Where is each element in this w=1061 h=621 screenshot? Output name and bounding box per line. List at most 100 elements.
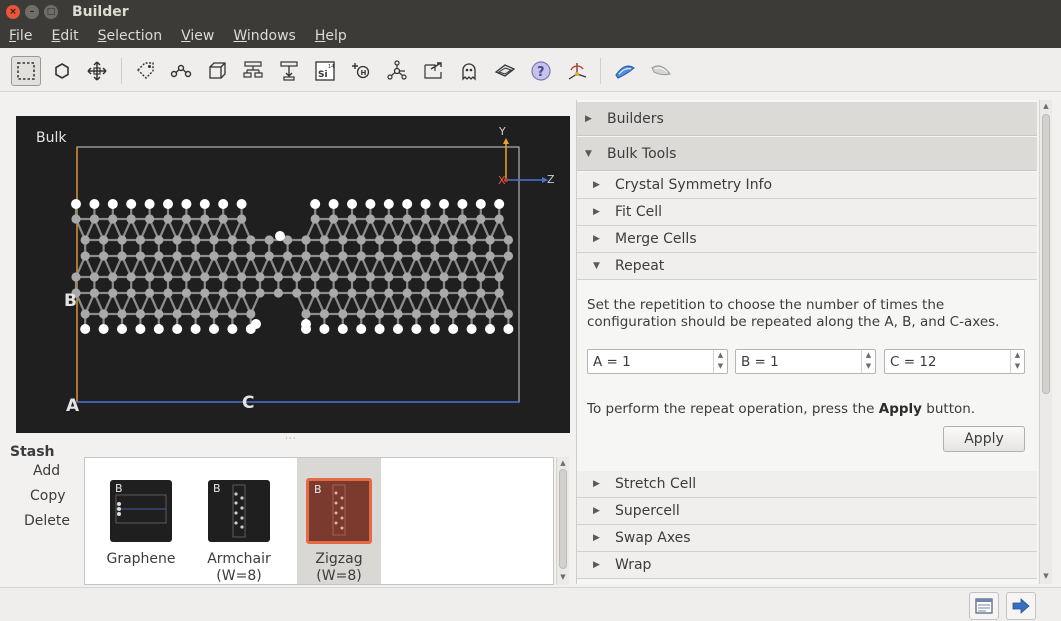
repeat-c-input[interactable] — [885, 350, 1007, 373]
stash-delete-button[interactable]: Delete — [24, 513, 70, 529]
stash-item-zigzag[interactable]: B Zigzag (W=8) — [297, 458, 381, 584]
chain-icon[interactable] — [166, 56, 196, 86]
carbon-atom — [89, 272, 99, 282]
hydrogen-atom — [209, 324, 219, 334]
help-circle-icon[interactable]: ? — [526, 56, 556, 86]
spin-up-icon[interactable]: ▲ — [714, 350, 727, 361]
toolbar-separator — [600, 58, 601, 84]
move-icon[interactable] — [82, 56, 112, 86]
carbon-atom — [246, 251, 256, 261]
carbon-atom — [356, 309, 366, 319]
log-window-icon[interactable] — [969, 592, 999, 620]
carbon-atom — [393, 235, 403, 245]
spinbox-arrows[interactable]: ▲ ▼ — [713, 350, 727, 373]
carbon-atom — [439, 214, 449, 224]
element-si-icon[interactable]: 14 Si — [310, 56, 340, 86]
axes-icon[interactable] — [562, 56, 592, 86]
minimize-icon[interactable]: – — [25, 5, 39, 19]
ghost-icon[interactable] — [454, 56, 484, 86]
scroll-down-icon[interactable]: ▼ — [1040, 572, 1052, 580]
section-bulk-tools[interactable]: ▼ Bulk Tools — [577, 137, 1037, 171]
splitter-handle[interactable]: ··· — [285, 434, 297, 444]
menu-view[interactable]: View — [181, 28, 214, 44]
tools-scrollbar[interactable]: ▲ ▼ — [1039, 100, 1052, 584]
carbon-atom — [439, 272, 449, 282]
scroll-thumb[interactable] — [1042, 114, 1050, 394]
tool-merge-cells[interactable]: ▶ Merge Cells — [577, 226, 1037, 253]
hydrogen-atom — [199, 199, 210, 209]
cube-icon[interactable] — [202, 56, 232, 86]
tool-crystal-symmetry-info[interactable]: ▶ Crystal Symmetry Info — [577, 172, 1037, 199]
repeat-a-spinbox[interactable]: ▲▼ — [587, 349, 728, 374]
spin-down-icon[interactable]: ▼ — [714, 361, 727, 372]
spin-down-icon[interactable]: ▼ — [862, 361, 875, 372]
repeat-b-spinbox[interactable]: ▲▼ — [735, 349, 876, 374]
close-icon[interactable]: × — [6, 5, 20, 19]
carbon-atom — [209, 235, 219, 245]
carbon-atom — [430, 235, 440, 245]
structure-viewer[interactable]: Bulk B A C Y X Z — [16, 116, 570, 433]
bond-blue-icon[interactable] — [610, 56, 640, 86]
menu-file[interactable]: File — [9, 28, 32, 44]
tag-icon[interactable] — [130, 56, 160, 86]
stash-item-armchair[interactable]: B Armchair (W=8) — [197, 458, 281, 584]
hexagon-icon[interactable] — [47, 56, 77, 86]
scroll-thumb[interactable] — [559, 469, 567, 569]
menu-edit[interactable]: Edit — [51, 28, 78, 44]
spin-down-icon[interactable]: ▼ — [1011, 361, 1024, 372]
spin-up-icon[interactable]: ▲ — [1011, 350, 1024, 361]
carbon-atom — [292, 272, 302, 282]
tree-down-icon[interactable] — [274, 56, 304, 86]
export-arrow-icon[interactable] — [418, 56, 448, 86]
molecule-canvas — [71, 138, 548, 403]
stash-item-graphene[interactable]: B Graphene — [99, 458, 183, 584]
carbon-atom — [301, 309, 311, 319]
send-arrow-icon[interactable] — [1006, 592, 1036, 620]
carbon-atom — [485, 251, 495, 261]
scroll-up-icon[interactable]: ▲ — [1040, 102, 1052, 110]
tool-swap-axes[interactable]: ▶ Swap Axes — [577, 525, 1037, 552]
hydrogen-atom — [172, 324, 183, 334]
carbon-atom — [71, 214, 81, 224]
hydrogen-atom — [251, 319, 261, 329]
tool-fit-cell[interactable]: ▶ Fit Cell — [577, 199, 1037, 226]
tree-icon[interactable] — [238, 56, 268, 86]
carbon-atom — [338, 235, 348, 245]
atom-h-icon[interactable]: H — [346, 56, 376, 86]
spinbox-arrows[interactable]: ▲ ▼ — [861, 350, 875, 373]
plane-icon[interactable] — [490, 56, 520, 86]
stash-item-sublabel: (W=8) — [216, 568, 262, 584]
hydrogen-atom — [328, 199, 339, 209]
spinbox-arrows[interactable]: ▲ ▼ — [1010, 350, 1024, 373]
maximize-icon[interactable]: □ — [44, 5, 58, 19]
repeat-b-input[interactable] — [736, 350, 858, 373]
menu-selection[interactable]: Selection — [98, 28, 163, 44]
hydrogen-atom — [153, 324, 164, 334]
stash-add-button[interactable]: Add — [33, 463, 60, 479]
hydrogen-atom — [402, 199, 413, 209]
scroll-up-icon[interactable]: ▲ — [557, 459, 569, 467]
repeat-a-input[interactable] — [588, 350, 710, 373]
collapsed-triangle-icon: ▶ — [585, 113, 592, 124]
tool-supercell[interactable]: ▶ Supercell — [577, 498, 1037, 525]
carbon-atom — [237, 288, 247, 298]
apply-button[interactable]: Apply — [943, 426, 1025, 452]
select-rectangle-icon[interactable] — [11, 56, 41, 86]
repeat-c-spinbox[interactable]: ▲▼ — [884, 349, 1025, 374]
stash-copy-button[interactable]: Copy — [30, 488, 66, 504]
stash-scrollbar[interactable]: ▲ ▼ — [556, 457, 569, 585]
menu-help[interactable]: Help — [315, 28, 347, 44]
stash-list: B Graphene B Armchair (W=8) B Zigzag (W=… — [84, 457, 554, 585]
section-builders[interactable]: ▶ Builders — [577, 102, 1037, 136]
carbon-atom — [126, 272, 136, 282]
bond-grey-icon[interactable] — [646, 56, 676, 86]
tool-stretch-cell[interactable]: ▶ Stretch Cell — [577, 471, 1037, 498]
spin-up-icon[interactable]: ▲ — [862, 350, 875, 361]
tool-wrap[interactable]: ▶ Wrap — [577, 552, 1037, 579]
hydrogen-atom — [117, 324, 127, 334]
molecule-icon[interactable] — [382, 56, 412, 86]
menu-windows[interactable]: Windows — [233, 28, 296, 44]
scroll-down-icon[interactable]: ▼ — [557, 573, 569, 581]
carbon-atom — [421, 272, 431, 282]
tool-repeat[interactable]: ▼ Repeat — [577, 253, 1037, 280]
